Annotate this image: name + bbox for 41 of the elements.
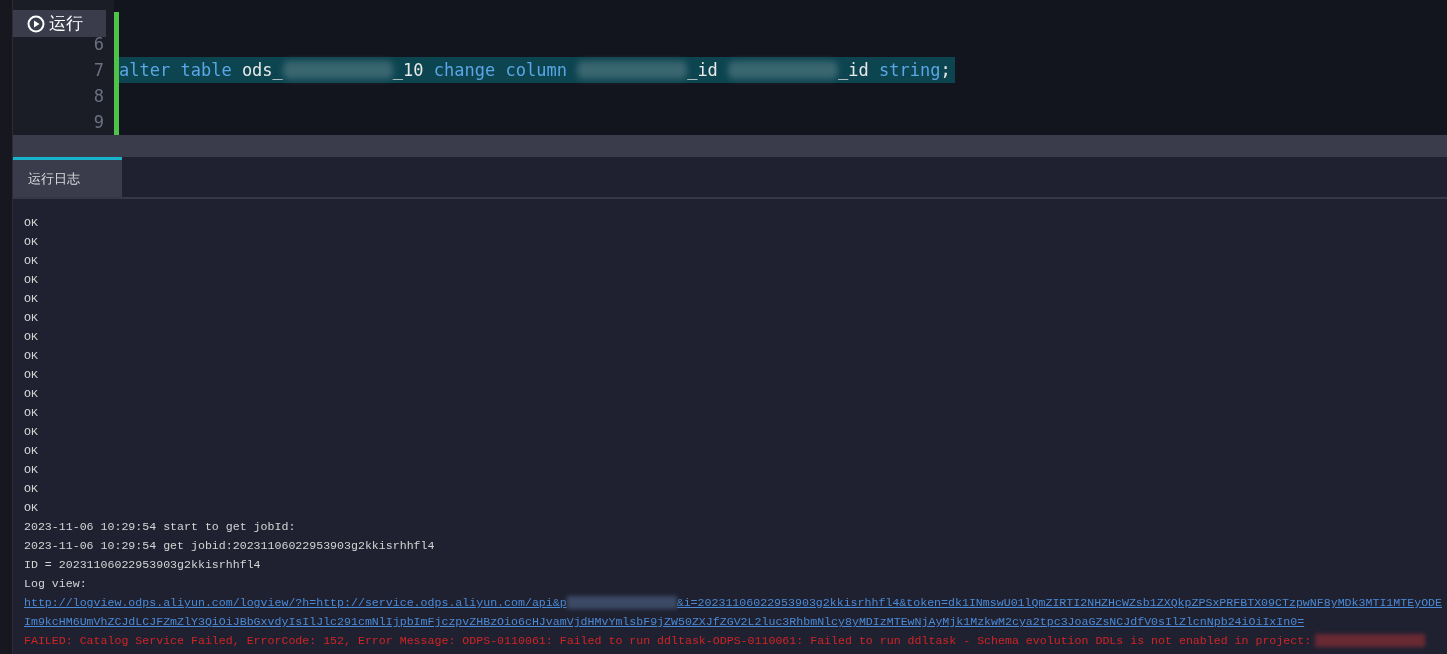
log-line: OK	[24, 405, 38, 421]
code-text: _id	[687, 59, 718, 82]
log-line: OK	[24, 424, 38, 440]
run-button[interactable]: 运行	[13, 10, 106, 37]
log-link[interactable]: Im9kcHM6UmVhZCJdLCJFZmZlY3QiOiJBbGxvdyIsIlJlc291cmNlIjpbImFjczpvZHBzOio6cHJvamVjdHMvYmlsbF9jZW50ZXJfZGV2L2luc3RhbmNlcy8yMDIzMTEwNjAyMjk1MzkwM2cya2tpc3JoaGZsNCJdfV0sIlZlcnNpb24iOiIxIn0=	[24, 612, 1305, 631]
splitter-bar[interactable]	[13, 135, 1447, 157]
log-line: OK	[24, 481, 38, 497]
play-icon	[27, 14, 45, 33]
code-text: ods_	[241, 59, 283, 82]
log-link[interactable]: http://logview.odps.aliyun.com/logview/?h=http://service.odps.aliyun.com/api&p	[24, 593, 567, 612]
log-line: 2023-11-06 10:29:54 get jobid:20231106022953903g2kkisrhhfl4	[24, 538, 435, 554]
log-line: OK	[24, 367, 38, 383]
log-line: ID = 20231106022953903g2kkisrhhfl4	[24, 557, 261, 573]
log-line: OK	[24, 291, 38, 307]
log-line: 2023-11-06 10:29:54 start to get jobId:	[24, 519, 296, 535]
code-keyword: string	[879, 59, 941, 82]
log-line: OK	[24, 234, 38, 250]
code-keyword: table	[180, 59, 232, 82]
code-keyword: column	[505, 59, 567, 82]
log-line: OK	[24, 386, 38, 402]
code-text: _10	[392, 59, 424, 82]
log-line: OK	[24, 215, 38, 231]
code-text: _id	[838, 59, 869, 82]
log-line: OK	[24, 310, 38, 326]
line-number: 9	[92, 111, 105, 134]
log-line: Log view:	[24, 576, 87, 592]
code-keyword: alter	[119, 59, 171, 82]
log-line: OK	[24, 462, 38, 478]
line-number: 8	[92, 85, 105, 108]
log-line: OK	[24, 272, 38, 288]
error-message: FAILED: Catalog Service Failed, ErrorCode: 152, Error Message: ODPS-0110061: Failed to run ddltask-ODPS-0110061: Failed to run ddltask - Schema evolution DDLs is not enabled in project:	[24, 633, 1312, 649]
log-line: OK	[24, 443, 38, 459]
log-tab[interactable]: 运行日志	[13, 157, 122, 197]
log-line: OK	[24, 348, 38, 364]
log-line: OK	[24, 500, 38, 516]
line-number: 7	[92, 59, 105, 82]
log-link[interactable]: &i=20231106022953903g2kkisrhhfl4&token=dk1INmswU01lQmZIRTI2NHZHcWZsb1ZXQkpZPSxPRFBTX09CTzpwNF8yMDk3MTI1MTEyODE	[676, 593, 1442, 612]
code-keyword: change	[433, 59, 496, 82]
log-line: OK	[24, 253, 38, 269]
log-line: OK	[24, 329, 38, 345]
code-text: ;	[940, 59, 951, 82]
